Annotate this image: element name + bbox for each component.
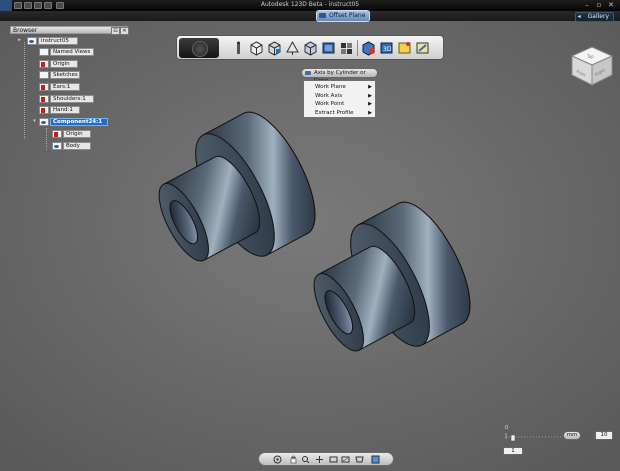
folder-icon: [39, 48, 49, 56]
maximize-icon[interactable]: ▫: [595, 2, 603, 9]
submenu-arrow-icon: ▶: [368, 101, 372, 107]
hidden-icon[interactable]: [39, 106, 49, 114]
context-menu: Work Plane ▶ Work Axis ▶ Work Point ▶ Ex…: [303, 80, 376, 118]
svg-text:3D: 3D: [383, 46, 392, 53]
assemble-icon[interactable]: [415, 40, 430, 56]
submenu-arrow-icon: ▶: [368, 84, 372, 90]
offset-plane-tooltip-button[interactable]: Offset Plane: [316, 10, 371, 22]
browser-title: Browser: [13, 27, 38, 34]
browser-panel: Browser ⊡ ✕ ▸ instruct05 Named Views Ori…: [10, 26, 132, 151]
pan-icon[interactable]: [289, 455, 298, 464]
viewcube[interactable]: Top Front Right: [568, 44, 614, 86]
ruler-start-label: 0: [505, 425, 508, 431]
toolbar-separator: [357, 40, 358, 56]
tree-item-sketches[interactable]: Sketches: [50, 71, 80, 79]
orbit-icon[interactable]: [273, 455, 282, 464]
expand-icon[interactable]: ▸: [17, 38, 22, 43]
visible-icon[interactable]: [52, 142, 62, 150]
menu-item-label: Work Axis: [315, 93, 343, 99]
measure-icon[interactable]: 3D: [379, 40, 394, 56]
axis-by-cylinder-button[interactable]: Axis by Cylinder or Cone: [301, 68, 378, 84]
offset-plane-label: Offset Plane: [329, 12, 366, 19]
group-icon[interactable]: [321, 40, 336, 56]
folder-icon: [39, 71, 49, 79]
tree-item-body[interactable]: Body: [63, 142, 91, 150]
look-at-icon[interactable]: [315, 455, 324, 464]
part-icon: [27, 37, 37, 45]
tree-item-named-views[interactable]: Named Views: [50, 48, 94, 56]
offset-plane-icon: [319, 13, 326, 18]
tree-guide: [46, 128, 47, 150]
ruler-handle[interactable]: [510, 434, 516, 442]
hidden-icon[interactable]: [39, 60, 49, 68]
submenu-arrow-icon: ▶: [368, 93, 372, 99]
pattern-icon[interactable]: [303, 40, 318, 56]
tree-item-hand[interactable]: Hand:1: [50, 106, 80, 114]
menu-item-label: Work Plane: [315, 84, 346, 90]
navigation-bar: [258, 452, 394, 466]
perspective-icon[interactable]: [355, 455, 364, 464]
viewcube-top-label: Top: [586, 54, 594, 59]
grid-scale-value[interactable]: 10: [595, 431, 613, 440]
menu-item-work-axis[interactable]: Work Axis ▶: [304, 92, 375, 100]
hidden-icon[interactable]: [39, 95, 49, 103]
tree-item-root[interactable]: instruct05: [38, 37, 78, 45]
gallery-label: Gallery: [587, 13, 609, 20]
menu-item-extract-profile[interactable]: Extract Profile ▶: [304, 109, 375, 117]
hidden-icon[interactable]: [52, 130, 62, 138]
axis-icon: [305, 71, 311, 75]
ribbon-bar: ◂ Gallery: [0, 11, 620, 22]
primitive-box-icon[interactable]: [249, 40, 264, 56]
gallery-arrow-icon: ◂: [577, 13, 581, 20]
modify-icon[interactable]: [285, 40, 300, 56]
close-icon[interactable]: ✕: [607, 2, 615, 9]
window-zoom-icon[interactable]: [341, 455, 350, 464]
tree-item-component-origin[interactable]: Origin: [63, 130, 91, 138]
gallery-tab[interactable]: ◂ Gallery: [574, 12, 614, 22]
menu-item-label: Extract Profile: [315, 110, 354, 116]
browser-header: Browser ⊡ ✕: [10, 26, 129, 35]
main-toolbar: 3D: [176, 35, 444, 60]
menu-item-work-point[interactable]: Work Point ▶: [304, 100, 375, 108]
ruler-value: 1: [503, 447, 523, 455]
tree-guide: [24, 42, 25, 139]
fit-icon[interactable]: [329, 455, 338, 464]
hidden-icon[interactable]: [39, 83, 49, 91]
snap-icon[interactable]: [397, 40, 412, 56]
visual-style-icon[interactable]: [371, 455, 380, 464]
tree-item-component24[interactable]: Component24:1: [50, 118, 108, 126]
menu-item-label: Work Point: [315, 101, 345, 107]
tree-item-shoulders[interactable]: Shoulders:1: [50, 95, 94, 103]
zoom-icon[interactable]: [301, 455, 310, 464]
pin-icon[interactable]: ⊡: [111, 27, 120, 35]
submenu-arrow-icon: ▶: [368, 110, 372, 116]
materials-icon[interactable]: [361, 40, 376, 56]
title-bar: Autodesk 123D Beta - instruct05 – ▫ ✕: [0, 0, 620, 11]
home-view-icon[interactable]: [179, 38, 219, 58]
browser-close-icon[interactable]: ✕: [120, 27, 129, 35]
menu-item-work-plane[interactable]: Work Plane ▶: [304, 83, 375, 91]
visible-icon[interactable]: [39, 118, 49, 126]
sketch-icon[interactable]: [231, 40, 246, 56]
construct-icon[interactable]: [267, 40, 282, 56]
window-title: Autodesk 123D Beta - instruct05: [260, 1, 360, 8]
grouping-icon[interactable]: [339, 40, 354, 56]
minimize-icon[interactable]: –: [583, 2, 591, 9]
unit-button[interactable]: mm: [563, 431, 581, 440]
tree-item-origin[interactable]: Origin: [50, 60, 78, 68]
tree-item-ears[interactable]: Ears:1: [50, 83, 80, 91]
collapse-icon[interactable]: ▾: [32, 119, 37, 124]
